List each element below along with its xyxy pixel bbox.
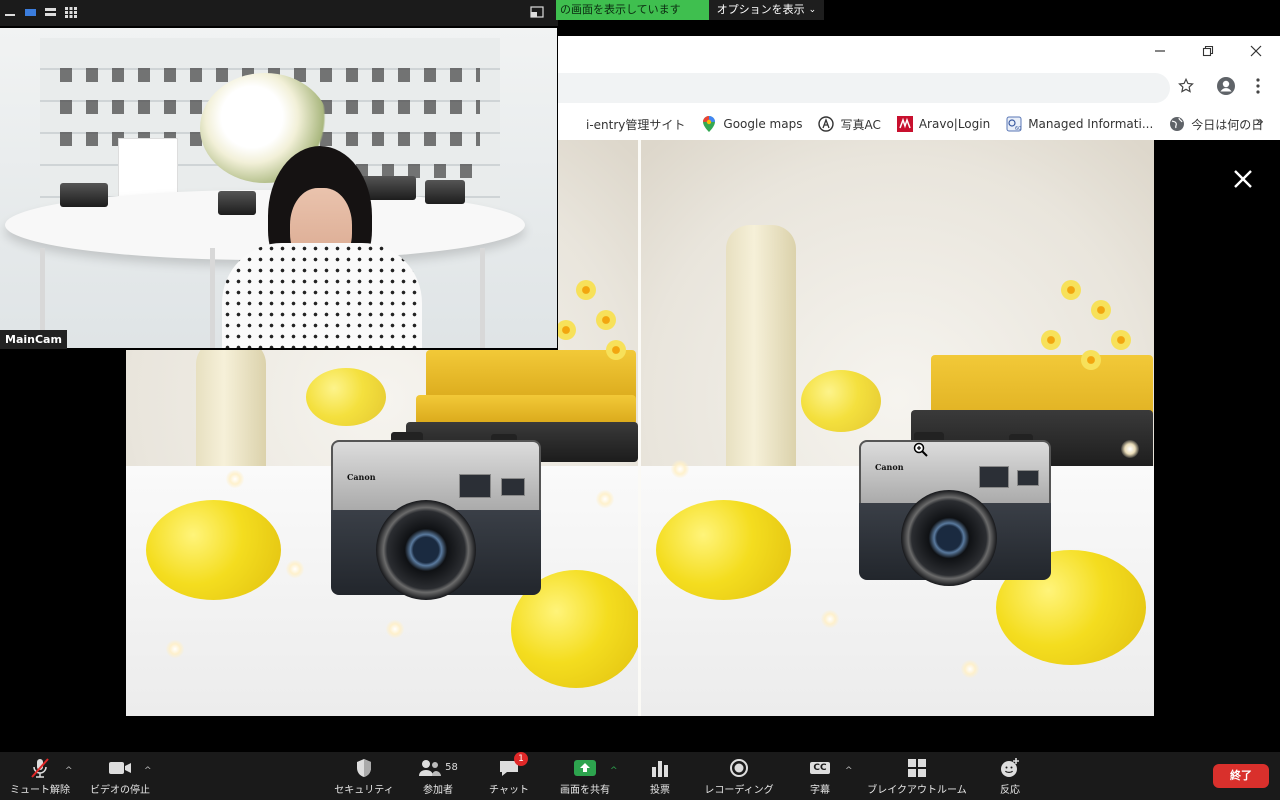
bookmarks-overflow-icon[interactable]: » [1255,114,1264,130]
bookmark-label: i-entry管理サイト [586,117,686,132]
video-camera-icon [108,756,132,779]
record-icon [729,756,749,779]
muted-mic-icon [29,756,51,779]
film-camera: Canon [331,432,541,600]
bookmark-label: 今日は何の日 [1191,117,1264,132]
bookmark-managed-info[interactable]: 60 Managed Informati... [998,112,1161,136]
security-button[interactable]: セキュリティ [330,756,398,796]
record-label: レコーディング [704,785,774,796]
participants-icon [419,759,442,776]
meeting-toolbar: ミュート解除 ^ ビデオの停止 ^ セキュリティ 58 参加者 1 チャット 画… [0,752,1280,800]
bookmark-google-maps[interactable]: Google maps [693,112,810,136]
info-icon: 60 [1006,116,1022,132]
reactions-label: 反応 [1000,785,1020,796]
security-label: セキュリティ [334,785,394,796]
breakout-rooms-label: ブレイクアウトルーム [867,785,967,796]
breakout-rooms-button[interactable]: ブレイクアウトルーム [866,756,968,796]
aravo-icon [896,116,913,132]
share-status-text: の画面を表示しています [556,0,709,20]
participants-count: 58 [445,762,458,773]
bookmark-label: Aravo|Login [918,117,991,131]
address-field[interactable] [556,73,1170,103]
map-pin-icon [701,116,717,132]
breakout-rooms-icon [907,756,927,779]
gallery-view-icon[interactable] [64,6,78,18]
bookmark-star-icon[interactable] [1176,76,1196,96]
bookmark-label: Managed Informati... [1028,117,1154,131]
mute-options-caret-icon[interactable]: ^ [65,766,73,776]
bookmark-icon [564,116,580,132]
camera-brand-label-right: Canon [875,462,904,472]
share-options-caret-icon[interactable]: ^ [610,766,618,776]
chat-label: チャット [489,785,529,796]
captions-button[interactable]: CC 字幕 [800,756,840,796]
cc-glyph: CC [810,761,830,774]
participants-icon-group: 58 [418,756,458,779]
video-panel-toolbar [0,0,558,26]
window-controls [1136,36,1280,66]
chat-unread-badge: 1 [514,752,528,766]
photoac-icon [818,116,835,132]
strip-view-icon[interactable] [44,6,58,18]
bookmark-label: 写真AC [840,117,881,132]
profile-icon[interactable] [1216,76,1236,96]
view-options-label: オプションを表示 [716,3,805,16]
film-camera-right: Canon [859,432,1051,586]
camera-brand-label: Canon [347,472,376,482]
view-options-button[interactable]: オプションを表示 ⌄ [708,0,825,20]
shield-icon [355,756,373,779]
record-button[interactable]: レコーディング [700,756,778,796]
address-bar-row [556,66,1280,108]
bookmarks-bar: i-entry管理サイト Google maps 写真AC Aravo|Logi… [556,108,1280,140]
globe-icon [1169,116,1185,132]
poll-label: 投票 [650,785,670,796]
bookmark-aravo[interactable]: Aravo|Login [889,112,998,136]
close-icon[interactable] [1232,36,1280,66]
share-banner: の画面を表示しています オプションを表示 ⌄ [556,0,825,20]
chevron-down-icon: ⌄ [808,5,817,15]
emoji-reaction-icon [999,756,1021,779]
lemon-camera-photo-right: Canon [641,140,1154,716]
minimize-icon[interactable] [1136,36,1184,66]
unmute-button[interactable]: ミュート解除 [10,756,70,796]
unmute-label: ミュート解除 [10,785,70,796]
bookmark-label: Google maps [723,117,803,131]
participants-button[interactable]: 58 参加者 [412,756,464,796]
participants-label: 参加者 [423,785,453,796]
minimize-video-icon[interactable] [4,6,18,18]
zoom-cursor-icon [913,442,928,457]
share-screen-button[interactable]: 画面を共有 [556,756,614,796]
stop-video-label: ビデオの停止 [90,785,150,796]
captions-options-caret-icon[interactable]: ^ [845,766,853,776]
video-options-caret-icon[interactable]: ^ [144,766,152,776]
active-speaker-view-icon[interactable] [24,6,38,18]
video-panel: MainCam [0,0,558,350]
chat-icon: 1 [498,752,528,779]
end-meeting-button[interactable]: 終了 [1213,764,1269,788]
closed-captions-icon: CC [810,756,830,779]
bookmark-i-entry[interactable]: i-entry管理サイト [556,112,693,136]
stop-video-button[interactable]: ビデオの停止 [88,756,152,796]
browser-window: i-entry管理サイト Google maps 写真AC Aravo|Logi… [556,36,1280,140]
participant-name-tag: MainCam [0,330,67,349]
exit-fullscreen-icon[interactable] [530,6,544,18]
bookmark-photoac[interactable]: 写真AC [810,112,888,136]
menu-kebab-icon[interactable] [1248,76,1268,96]
share-screen-icon [573,756,597,779]
restore-icon[interactable] [1184,36,1232,66]
webcam-video [0,28,557,348]
reactions-button[interactable]: 反応 [990,756,1030,796]
poll-icon [650,756,670,779]
svg-text:60: 60 [1015,126,1021,132]
chat-button[interactable]: 1 チャット [484,752,534,796]
share-screen-label: 画面を共有 [560,785,610,796]
poll-button[interactable]: 投票 [640,756,680,796]
viewer-close-icon[interactable] [1230,166,1256,192]
captions-label: 字幕 [810,785,830,796]
